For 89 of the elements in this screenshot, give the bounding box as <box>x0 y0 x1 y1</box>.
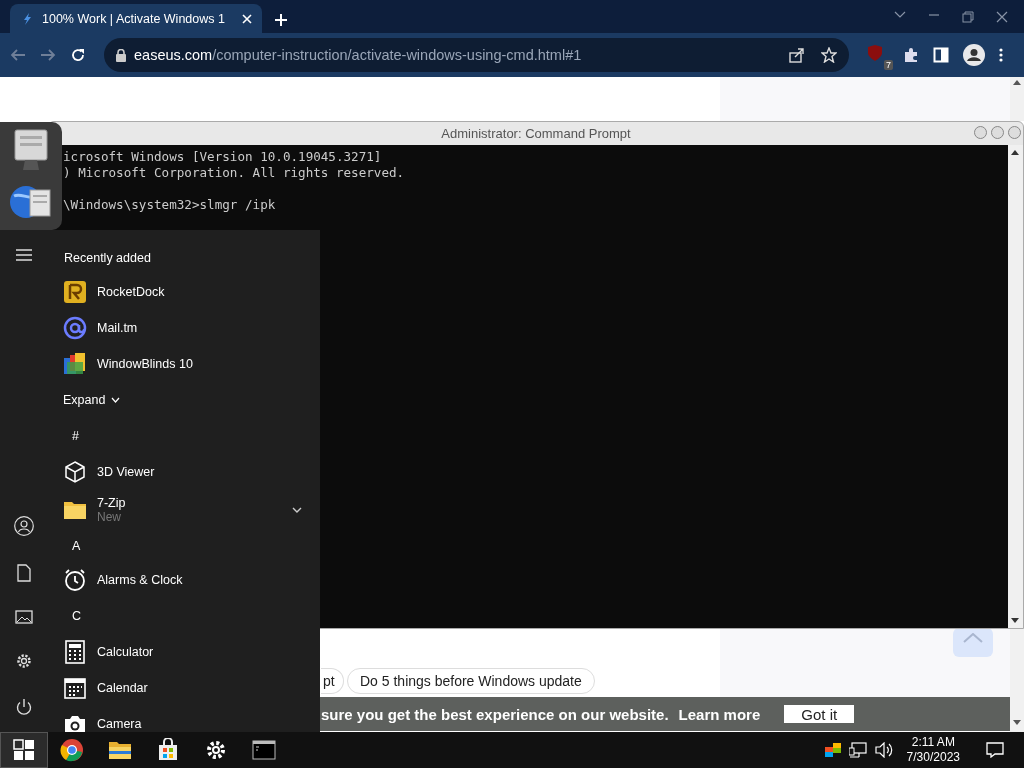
power-icon[interactable] <box>15 698 33 716</box>
clock[interactable]: 2:11 AM 7/30/2023 <box>906 735 960 765</box>
app-name: RocketDock <box>97 285 165 299</box>
chevron-down-icon[interactable] <box>292 507 302 513</box>
url-text: easeus.com/computer-instruction/activate-windows-using-cmd.html#1 <box>134 47 582 63</box>
app-name: WindowBlinds 10 <box>97 357 193 371</box>
app-list-item[interactable]: Camera <box>48 706 320 732</box>
section-heading: Recently added <box>64 251 151 265</box>
star-icon[interactable] <box>821 47 837 63</box>
alarm-clock-icon <box>63 568 87 592</box>
address-bar[interactable]: easeus.com/computer-instruction/activate-windows-using-cmd.html#1 <box>104 38 849 72</box>
lock-icon <box>116 48 126 62</box>
at-sign-icon <box>63 316 87 340</box>
terminal-icon <box>252 738 276 762</box>
window-stack-icon <box>63 352 87 376</box>
scroll-down-icon[interactable] <box>1011 618 1019 623</box>
app-name: 7-Zip <box>97 496 126 510</box>
windows-icon <box>13 739 35 761</box>
new-tab-icon[interactable] <box>274 13 288 27</box>
flag-icon[interactable] <box>824 743 841 757</box>
close-icon[interactable] <box>996 11 1008 23</box>
app-list-item[interactable]: WindowBlinds 10 <box>48 346 320 382</box>
app-list-item[interactable]: Calendar <box>48 670 320 706</box>
start-button[interactable] <box>0 732 48 768</box>
minimize-icon[interactable] <box>928 11 940 19</box>
notification-icon[interactable] <box>986 742 1004 758</box>
reload-icon[interactable] <box>70 47 86 63</box>
browser-tab[interactable]: 100% Work | Activate Windows 1 <box>10 4 262 33</box>
close-button[interactable] <box>1008 126 1021 139</box>
calendar-icon <box>63 676 87 700</box>
app-name: Mail.tm <box>97 321 138 335</box>
app-name: Calculator <box>97 645 154 659</box>
settings-icon <box>204 738 228 762</box>
cube-icon <box>63 460 87 484</box>
console-line: \Windows\system32>slmgr /ipk <box>63 197 277 213</box>
more-icon[interactable] <box>999 47 1003 63</box>
app-status: New <box>97 510 122 524</box>
scroll-down-icon[interactable] <box>1013 720 1021 725</box>
document-icon[interactable] <box>17 564 31 582</box>
cookie-text: sure you get the best experience on our website. <box>321 705 669 723</box>
browser-icon <box>60 738 84 762</box>
volume-icon[interactable] <box>874 742 893 758</box>
expand-link[interactable]: Expand <box>63 393 121 407</box>
menu-icon[interactable] <box>16 249 32 261</box>
chevron-up-icon <box>963 633 983 643</box>
scrollbar[interactable] <box>1010 77 1024 121</box>
app-list-item[interactable]: Alarms & Clock <box>48 562 320 598</box>
letter-heading[interactable]: A <box>72 539 81 553</box>
rocket-icon <box>63 280 87 304</box>
learn-more-link[interactable]: Learn more <box>678 705 761 723</box>
minimize-button[interactable] <box>974 126 987 139</box>
restore-icon[interactable] <box>962 11 974 23</box>
topic-chip[interactable]: pt <box>321 668 344 694</box>
image-icon[interactable] <box>15 610 33 624</box>
app-list-item[interactable]: Mail.tm <box>48 310 320 346</box>
letter-heading[interactable]: C <box>72 609 82 623</box>
scroll-up-icon[interactable] <box>1013 80 1021 85</box>
forward-icon[interactable] <box>40 48 56 62</box>
chevron-down-icon <box>111 397 121 403</box>
settings-icon[interactable] <box>15 652 33 670</box>
topic-chip[interactable]: Do 5 things before Windows update <box>347 668 595 694</box>
network-icon[interactable] <box>848 742 867 758</box>
app-name: 3D Viewer <box>97 465 155 479</box>
side-panel-icon[interactable] <box>933 47 949 63</box>
got-it-button[interactable]: Got it <box>784 705 855 723</box>
back-icon[interactable] <box>10 48 26 62</box>
app-list-item[interactable]: 7-Zip New <box>48 490 320 530</box>
chevron-down-icon[interactable] <box>894 11 906 19</box>
scroll-up-icon[interactable] <box>1011 150 1019 155</box>
share-icon[interactable] <box>789 47 805 63</box>
letter-heading[interactable]: # <box>72 429 79 443</box>
console-line: ) Microsoft Corporation. All rights reserved. <box>63 165 406 181</box>
app-list-item[interactable]: Calculator <box>48 634 320 670</box>
puzzle-icon[interactable] <box>903 47 919 63</box>
extension-badge: 7 <box>884 60 893 70</box>
window-title: Administrator: Command Prompt <box>441 126 631 141</box>
app-name: Camera <box>97 717 142 731</box>
app-name: Alarms & Clock <box>97 573 183 587</box>
maximize-button[interactable] <box>991 126 1004 139</box>
console-line: icrosoft Windows [Version 10.0.19045.3271] <box>63 149 383 165</box>
calculator-icon <box>63 640 87 664</box>
scrollbar[interactable] <box>1008 145 1023 628</box>
app-name: Calendar <box>97 681 148 695</box>
shopping-bag-icon <box>156 738 180 762</box>
avatar-icon[interactable] <box>963 44 985 66</box>
scrollbar[interactable] <box>1010 628 1024 732</box>
user-icon[interactable] <box>14 516 34 536</box>
app-list-item[interactable]: 3D Viewer <box>48 454 320 490</box>
app-list-item[interactable]: RocketDock <box>48 274 320 310</box>
